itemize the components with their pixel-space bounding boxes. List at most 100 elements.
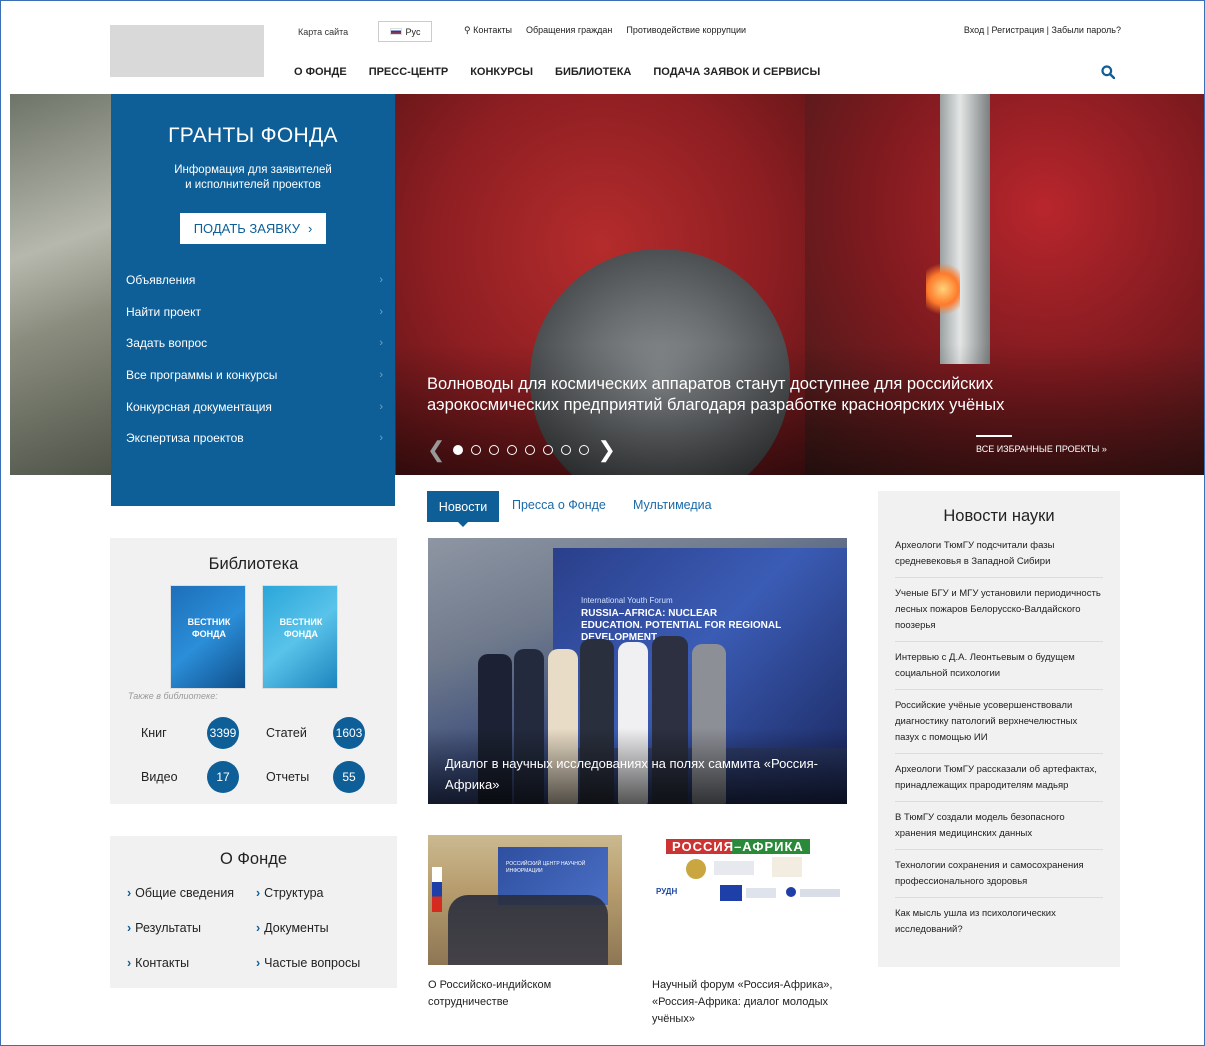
science-news-item[interactable]: Археологи ТюмГУ подсчитали фазы средневе… [895,538,1103,578]
rudn-logo: РУДН [656,887,678,896]
slider-dot[interactable] [525,445,536,455]
journal-cover-2[interactable]: ВЕСТНИК ФОНДА [262,585,338,689]
news-caption-russia-africa[interactable]: Научный форум «Россия-Африка», «Россия-А… [652,977,848,1028]
chevron-right-icon: › [379,432,383,445]
slider-dot[interactable] [561,445,572,455]
library-title: Библиотека [208,555,299,573]
chevron-right-icon: › [256,886,261,900]
science-news-item[interactable]: Ученые БГУ и МГУ установили периодичност… [895,586,1103,642]
about-link-label: Структура [264,886,324,900]
books-count-badge[interactable]: 3399 [207,717,239,749]
science-news-list: Археологи ТюмГУ подсчитали фазы средневе… [895,538,1103,953]
about-link-structure[interactable]: › Структура [256,886,323,900]
nav-about[interactable]: О ФОНДЕ [294,66,347,78]
apply-button[interactable]: ПОДАТЬ ЗАЯВКУ › [180,213,326,244]
grants-menu-item-announcements[interactable]: Объявления › [111,264,395,296]
contacts-link[interactable]: ⚲ Контакты [464,25,512,36]
slider-dot[interactable] [507,445,518,455]
about-link-documents[interactable]: › Документы [256,921,329,935]
tab-active-indicator [457,521,469,527]
grants-menu-label: Все программы и конкурсы [126,367,278,382]
grants-menu-item-find-project[interactable]: Найти проект › [111,296,395,328]
hero-image-tube [940,94,990,364]
anticorruption-link[interactable]: Противодействие коррупции [626,25,746,36]
site-logo[interactable] [110,25,264,77]
chevron-right-icon: › [379,368,383,381]
slider-dot[interactable] [579,445,590,455]
all-projects-underline [976,435,1012,437]
articles-count-badge[interactable]: 1603 [333,717,365,749]
books-label[interactable]: Книг [141,726,167,740]
grants-menu-label: Экспертиза проектов [126,431,244,446]
forum-banner-small: International Youth Forum [581,596,673,605]
reports-count-badge[interactable]: 55 [333,761,365,793]
about-link-label: Частые вопросы [264,956,361,970]
about-link-label: Общие сведения [135,886,235,900]
about-link-contacts[interactable]: › Контакты [127,956,189,970]
slider-dot[interactable] [543,445,554,455]
grants-subtitle-line-2: и исполнителей проектов [185,179,321,191]
chevron-right-icon: › [256,921,261,935]
science-news-panel: Новости науки Археологи ТюмГУ подсчитали… [878,491,1120,967]
tab-press[interactable]: Пресса о Фонде [512,498,606,512]
chevron-right-icon: › [379,400,383,413]
slider-nav: ❮ ❯ [427,439,616,461]
journal-cover-1-title: ВЕСТНИК ФОНДА [187,617,231,639]
about-title: О Фонде [219,850,288,868]
top-links: Карта сайта [298,25,362,39]
tab-news[interactable]: Новости [427,491,499,522]
articles-label[interactable]: Статей [266,726,307,740]
slider-dot[interactable] [489,445,500,455]
main-news-card[interactable]: International Youth Forum RUSSIA–AFRICA:… [428,538,847,804]
video-count-badge[interactable]: 17 [207,761,239,793]
news-thumb-india[interactable]: РОССИЙСКИЙ ЦЕНТР НАУЧНОЙ ИНФОРМАЦИИ [428,835,622,965]
news-thumb-russia-africa[interactable]: РОССИЯ–АФРИКА РУДН [652,835,846,965]
slider-prev-icon[interactable]: ❮ [427,439,445,461]
about-link-label: Результаты [135,921,202,935]
grants-panel: ГРАНТЫ ФОНДА Информация для заявителей и… [111,94,395,506]
language-label: Рус [405,26,421,37]
science-news-item[interactable]: Российские учёные усовершенствовали диаг… [895,698,1103,754]
reports-label[interactable]: Отчеты [266,770,309,784]
video-label[interactable]: Видео [141,770,178,784]
grants-menu-item-documentation[interactable]: Конкурсная документация › [111,391,395,423]
nav-press-center[interactable]: ПРЕСС-ЦЕНТР [369,66,449,78]
grants-menu-item-programs[interactable]: Все программы и конкурсы › [111,359,395,391]
about-link-results[interactable]: › Результаты [127,921,201,935]
nav-contests[interactable]: КОНКУРСЫ [470,66,533,78]
science-news-item[interactable]: Археологи ТюмГУ рассказали об артефактах… [895,762,1103,802]
science-news-item[interactable]: Интервью с Д.А. Леонтьевым о будущем соц… [895,650,1103,690]
language-selector[interactable]: Рус [378,21,432,42]
nav-services[interactable]: ПОДАЧА ЗАЯВОК И СЕРВИСЫ [653,66,820,78]
hero-image-glow [926,259,960,319]
nav-library[interactable]: БИБЛИОТЕКА [555,66,631,78]
search-icon[interactable] [1101,65,1115,79]
russian-flag-icon [389,28,402,35]
hero-title[interactable]: Волноводы для космических аппаратов стан… [427,374,1087,416]
science-news-item[interactable]: В ТюмГУ создали модель безопасного хране… [895,810,1103,850]
slider-dot[interactable] [453,445,464,455]
all-projects-link[interactable]: ВСЕ ИЗБРАННЫЕ ПРОЕКТЫ » [976,444,1107,454]
grants-menu-label: Конкурсная документация [126,399,272,414]
chevron-right-icon: › [256,956,261,970]
grants-menu-item-ask-question[interactable]: Задать вопрос › [111,327,395,359]
science-news-item[interactable]: Технологии сохранения и самосохранения п… [895,858,1103,898]
slider-next-icon[interactable]: ❯ [597,439,615,461]
tab-multimedia[interactable]: Мультимедиа [633,498,712,512]
main-news-caption[interactable]: Диалог в научных исследованиях на полях … [445,753,835,795]
russia-africa-banner: РОССИЯ–АФРИКА [666,839,810,854]
slider-dot[interactable] [471,445,482,455]
about-link-faq[interactable]: › Частые вопросы [256,956,360,970]
chevron-right-icon: › [379,337,383,350]
site-map-link[interactable]: Карта сайта [298,27,348,37]
grants-menu-item-expertise[interactable]: Экспертиза проектов › [111,422,395,454]
about-link-general[interactable]: › Общие сведения [127,886,234,900]
contacts-label: Контакты [473,25,512,35]
apply-button-label: ПОДАТЬ ЗАЯВКУ [193,221,300,236]
journal-cover-1[interactable]: ВЕСТНИК ФОНДА [170,585,246,689]
appeals-link[interactable]: Обращения граждан [526,25,612,36]
science-news-item[interactable]: Как мысль ушла из психологических исслед… [895,906,1103,945]
auth-links[interactable]: Вход | Регистрация | Забыли пароль? [964,25,1121,35]
top-contacts: ⚲ Контакты Обращения граждан Противодейс… [464,25,746,36]
news-caption-india[interactable]: О Российско-индийском сотрудничестве [428,977,618,1011]
